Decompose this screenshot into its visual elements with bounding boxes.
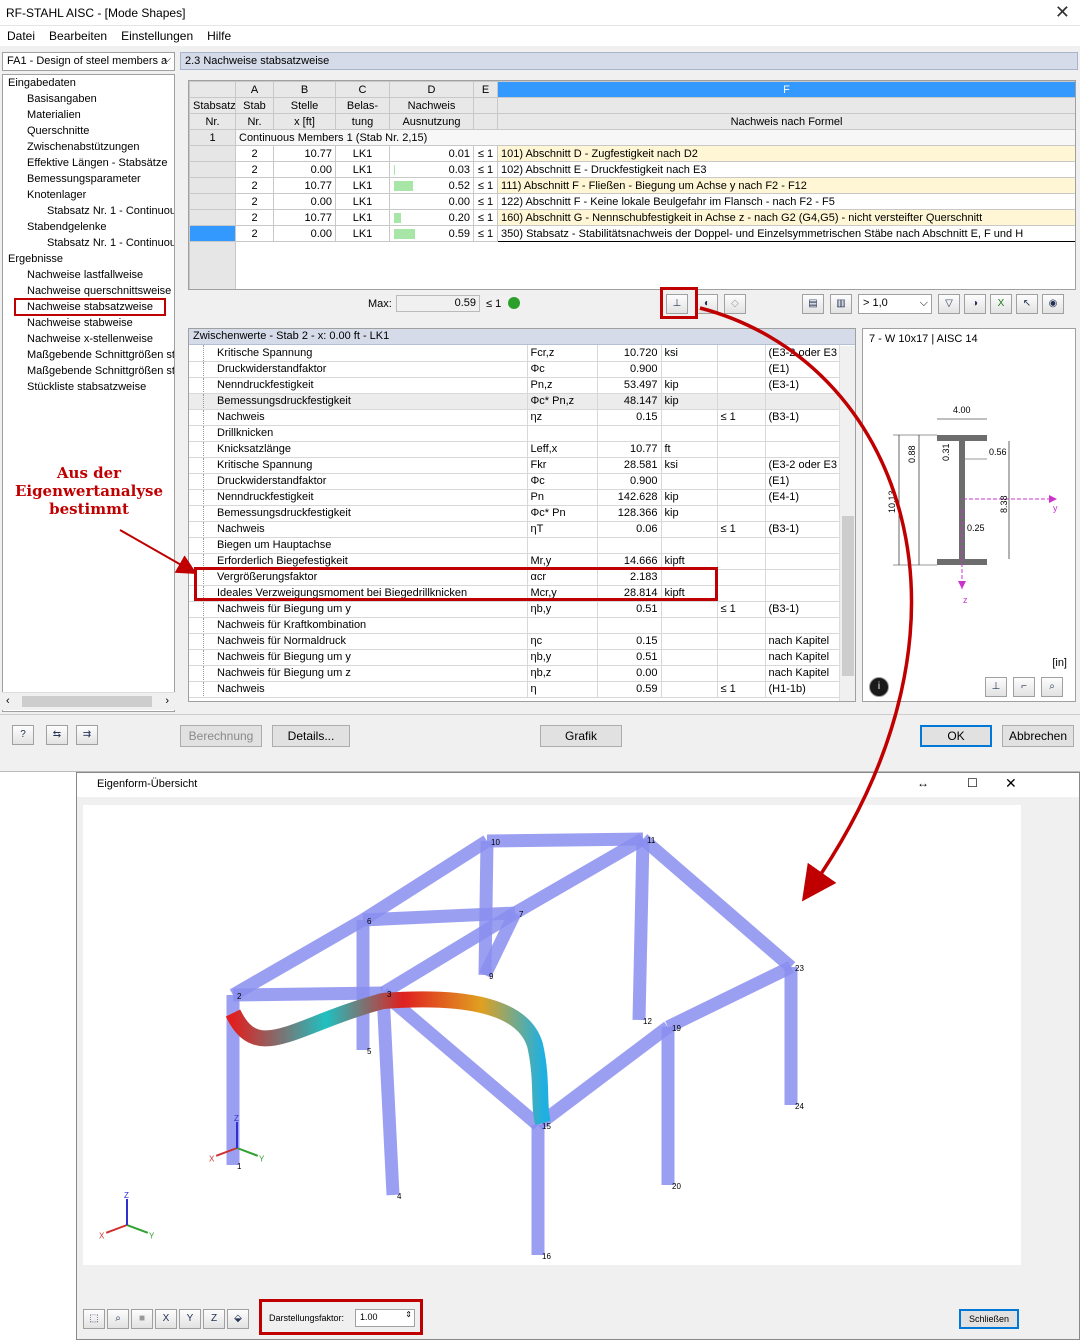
annotation-arrow-long (699, 306, 914, 902)
annotation-arrow-short (119, 529, 197, 574)
annotation-arrows (119, 306, 914, 902)
